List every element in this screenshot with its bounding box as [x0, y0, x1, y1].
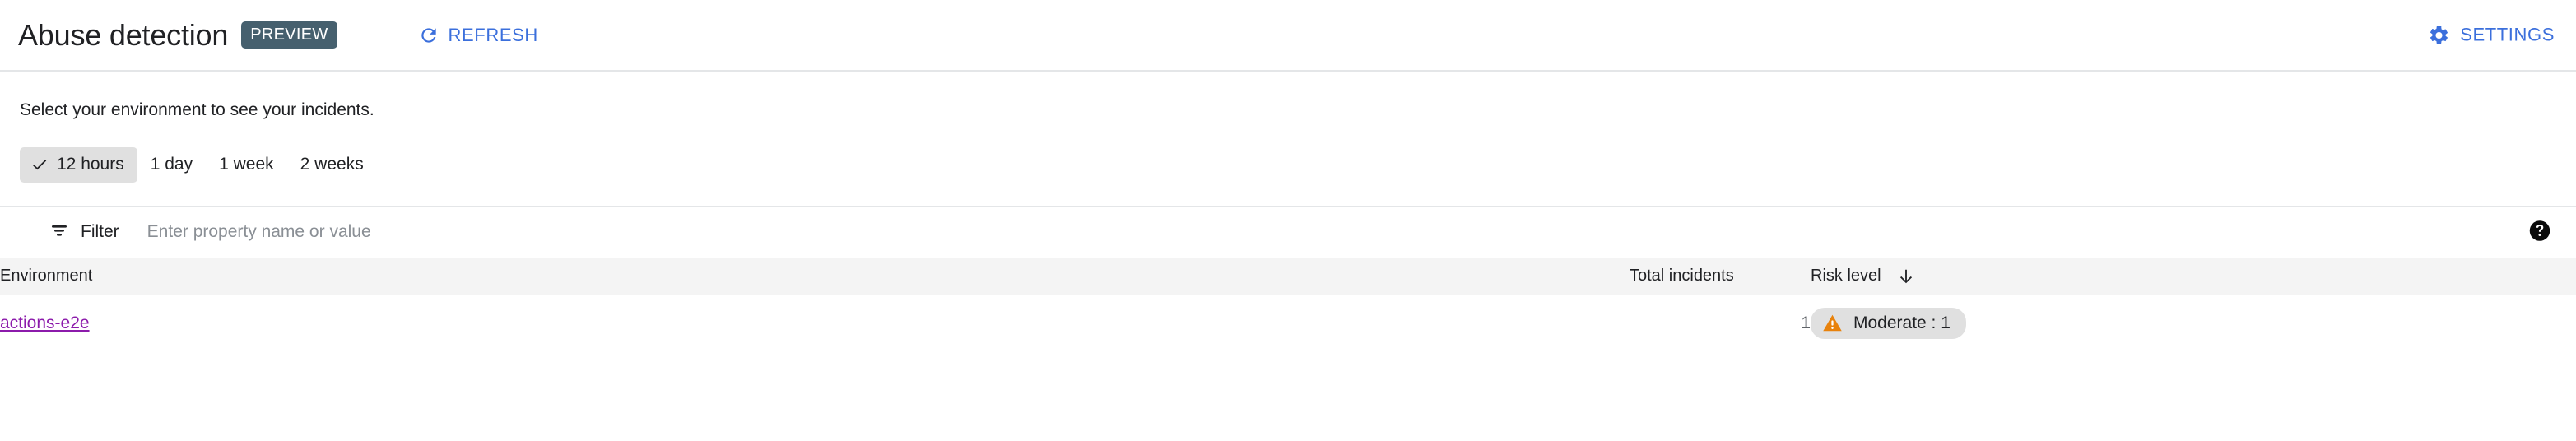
gear-icon [2428, 24, 2450, 46]
warning-triangle-icon [1822, 313, 1843, 333]
settings-button-label: SETTINGS [2460, 24, 2555, 45]
cell-environment: actions-e2e [0, 295, 1630, 352]
arrow-down-icon[interactable] [1897, 267, 1915, 285]
help-circle-icon[interactable] [2528, 220, 2551, 245]
time-range-chip-2-weeks[interactable]: 2 weeks [287, 147, 377, 183]
settings-button[interactable]: SETTINGS [2426, 19, 2556, 51]
time-range-chip-label: 12 hours [57, 155, 124, 174]
column-header-risk-level[interactable]: Risk level [1811, 258, 2576, 295]
filter-input[interactable] [145, 221, 890, 243]
time-range-chip-1-week[interactable]: 1 week [206, 147, 287, 183]
time-range-chip-label: 1 day [150, 155, 193, 174]
table-row[interactable]: actions-e2e 1 Moderate : 1 [0, 295, 2576, 352]
check-icon [30, 156, 49, 174]
incidents-table: Environment Total incidents Risk level a… [0, 258, 2576, 352]
status-badge-preview: PREVIEW [241, 21, 337, 49]
column-header-environment-label: Environment [0, 267, 93, 285]
app-header: Abuse detection PREVIEW REFRESH SETTINGS [0, 0, 2576, 72]
cell-risk-level: Moderate : 1 [1811, 295, 2576, 352]
time-range-chip-1-day[interactable]: 1 day [137, 147, 206, 183]
filter-label: Filter [81, 222, 119, 241]
time-range-chip-12-hours[interactable]: 12 hours [20, 147, 137, 183]
time-range-chip-label: 2 weeks [300, 155, 364, 174]
content-area: Select your environment to see your inci… [0, 72, 2576, 352]
refresh-button[interactable]: REFRESH [412, 20, 545, 51]
table-header-row: Environment Total incidents Risk level [0, 258, 2576, 295]
column-header-total-incidents[interactable]: Total incidents [1630, 258, 1811, 295]
environment-link[interactable]: actions-e2e [0, 313, 90, 332]
column-header-total-incidents-label: Total incidents [1630, 267, 1734, 285]
filter-bar: Filter [0, 206, 2576, 258]
subtitle-text: Select your environment to see your inci… [20, 100, 374, 119]
cell-total-incidents: 1 [1801, 313, 1811, 333]
time-range-chip-label: 1 week [219, 155, 274, 174]
table-body: actions-e2e 1 Moderate : 1 [0, 295, 2576, 352]
risk-level-badge: Moderate : 1 [1811, 308, 1966, 340]
risk-level-badge-label: Moderate : 1 [1853, 313, 1951, 332]
time-range-selector: 12 hours 1 day 1 week 2 weeks [20, 147, 2576, 183]
refresh-button-label: REFRESH [448, 24, 538, 45]
column-header-environment[interactable]: Environment [0, 258, 1630, 295]
refresh-icon [418, 25, 439, 46]
page-title: Abuse detection [18, 17, 229, 52]
column-header-risk-level-label: Risk level [1811, 267, 1881, 285]
filter-icon[interactable] [49, 220, 69, 244]
table-header: Environment Total incidents Risk level [0, 258, 2576, 295]
